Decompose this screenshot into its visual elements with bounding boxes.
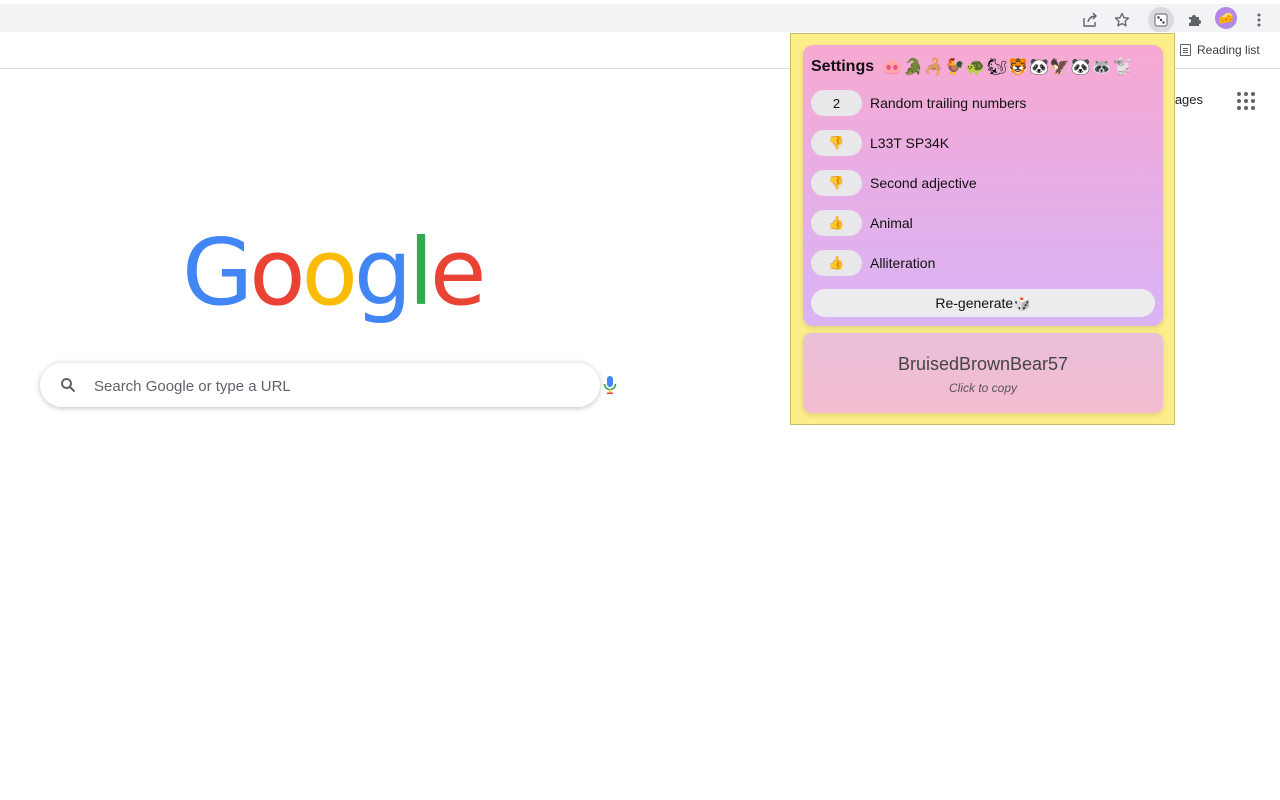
trailing-numbers-button[interactable]: 2 <box>811 90 862 116</box>
copy-hint: Click to copy <box>948 381 1018 395</box>
google-logo: Google <box>182 218 487 328</box>
microphone-icon[interactable] <box>602 375 618 395</box>
search-input[interactable] <box>92 373 546 399</box>
setting-row-trailing-numbers: 2 Random trailing numbers <box>811 90 1026 116</box>
logo-letter: o <box>249 219 305 326</box>
browser-toolbar: 🧀 <box>0 4 1280 33</box>
reading-list-icon <box>1180 44 1191 56</box>
logo-letter: g <box>353 219 412 326</box>
logo-letter: o <box>301 219 358 326</box>
regenerate-button[interactable]: Re-generate🎲 <box>811 289 1155 317</box>
search-box[interactable] <box>40 363 617 407</box>
setting-label: Animal <box>870 215 913 231</box>
avatar[interactable]: 🧀 <box>1215 7 1237 29</box>
alliteration-toggle[interactable]: 👍 <box>811 250 862 276</box>
apps-grid-icon[interactable] <box>1237 92 1255 110</box>
setting-row-alliteration: 👍 Alliteration <box>811 250 935 276</box>
reading-list-label: Reading list <box>1197 43 1260 57</box>
setting-row-leet-speak: 👎 L33T SP34K <box>811 130 949 156</box>
second-adjective-toggle[interactable]: 👎 <box>811 170 862 196</box>
setting-label: L33T SP34K <box>870 135 950 151</box>
settings-title: Settings 🐽🐊🦂🐓🐢🐿🐯🐼🦅🐼🦝🐩 <box>811 57 1134 77</box>
generated-name: BruisedBrownBear57 <box>897 354 1069 374</box>
leet-speak-toggle[interactable]: 👎 <box>811 130 862 156</box>
generated-name-card[interactable]: BruisedBrownBear57 Click to copy <box>803 333 1163 413</box>
setting-row-second-adjective: 👎 Second adjective <box>811 170 977 196</box>
settings-card: Settings 🐽🐊🦂🐓🐢🐿🐯🐼🦅🐼🦝🐩 2 Random trailing … <box>803 45 1163 326</box>
logo-letter: e <box>429 219 487 326</box>
animal-toggle[interactable]: 👍 <box>811 210 862 236</box>
setting-label: Random trailing numbers <box>870 95 1027 111</box>
share-icon[interactable] <box>1080 10 1100 30</box>
puzzle-icon[interactable] <box>1184 10 1204 30</box>
animal-emoji-row: 🐽🐊🦂🐓🐢🐿🐯🐼🦅🐼🦝🐩 <box>882 59 1134 76</box>
extension-popup: Settings 🐽🐊🦂🐓🐢🐿🐯🐼🦅🐼🦝🐩 2 Random trailing … <box>790 33 1175 425</box>
kebab-menu-icon[interactable] <box>1249 10 1269 30</box>
search-icon <box>60 377 76 393</box>
logo-letter: G <box>182 219 253 326</box>
star-icon[interactable] <box>1112 10 1132 30</box>
settings-heading: Settings <box>811 58 875 75</box>
dice-icon[interactable] <box>1148 7 1174 33</box>
setting-label: Alliteration <box>870 255 936 271</box>
setting-row-animal: 👍 Animal <box>811 210 913 236</box>
logo-letter: l <box>408 219 433 326</box>
setting-label: Second adjective <box>870 175 977 191</box>
reading-list-button[interactable]: Reading list <box>1180 42 1260 58</box>
